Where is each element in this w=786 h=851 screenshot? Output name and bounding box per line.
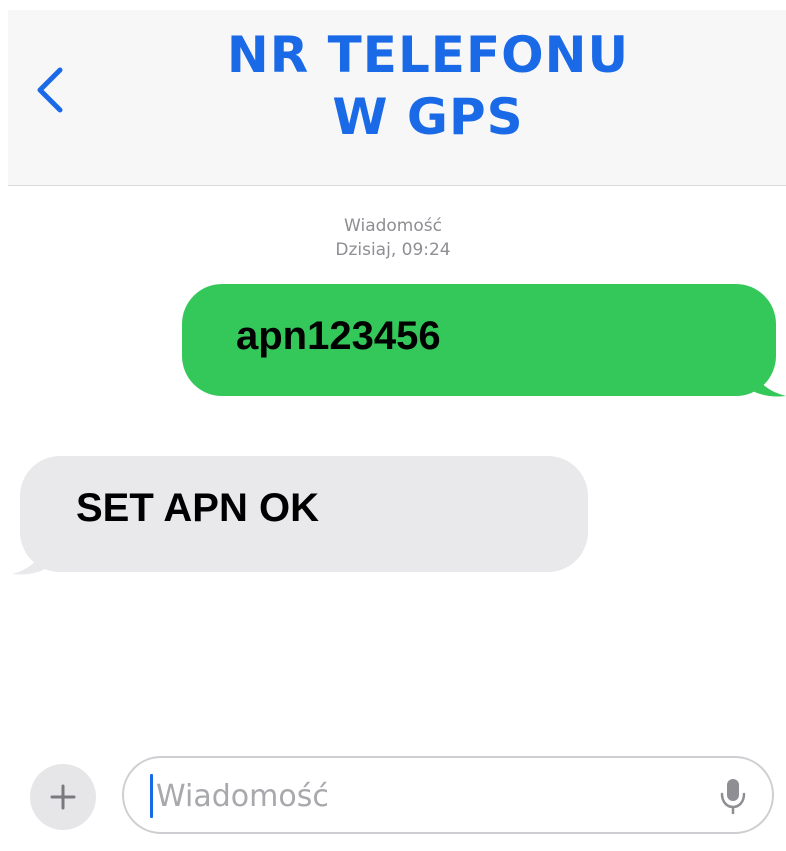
incoming-bubble-tail [12,528,50,575]
message-timestamp: Wiadomość Dzisiaj, 09:24 [0,214,786,262]
title-line-1: NR TELEFONU [226,26,630,84]
title-line-2: W GPS [332,88,524,146]
conversation-title: NR TELEFONU W GPS [118,24,738,148]
messages-screen: NR TELEFONU W GPS Wiadomość Dzisiaj, 09:… [0,0,786,851]
outgoing-message-bubble[interactable]: apn123456 [182,284,776,396]
message-text: apn123456 [236,314,441,358]
back-button[interactable] [32,62,72,118]
plus-icon [50,784,76,810]
incoming-message-bubble[interactable]: SET APN OK [20,456,588,572]
message-input-container [122,756,774,834]
message-input[interactable] [156,774,696,818]
outgoing-bubble-tail [748,352,786,397]
add-attachment-button[interactable] [30,764,96,830]
conversation-header: NR TELEFONU W GPS [8,10,786,186]
message-text: SET APN OK [76,486,319,530]
timestamp-time: Dzisiaj, 09:24 [335,240,451,260]
microphone-icon[interactable] [718,776,748,816]
text-caret [150,774,153,818]
timestamp-label: Wiadomość [344,216,442,236]
chevron-left-icon [37,67,63,113]
